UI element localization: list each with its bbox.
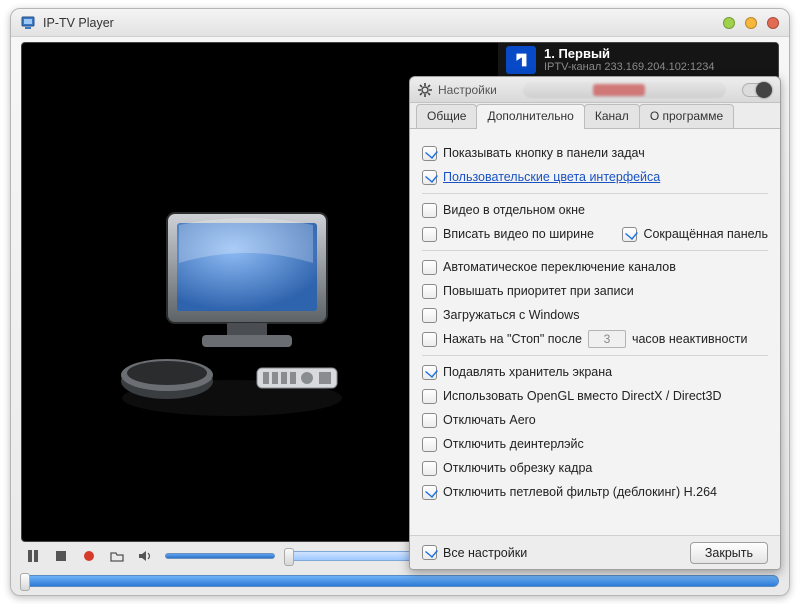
lbl-deinterlace: Отключить деинтерлэйс [443, 437, 584, 451]
tv-illustration [107, 203, 357, 423]
chk-start-windows[interactable] [422, 308, 437, 323]
window-maximize-button[interactable] [745, 17, 757, 29]
lbl-video-separate: Видео в отдельном окне [443, 203, 585, 217]
lbl-h264-loop: Отключить петлевой фильтр (деблокинг) H.… [443, 485, 717, 499]
chk-custom-colors[interactable] [422, 170, 437, 185]
tab-channel[interactable]: Канал [584, 104, 640, 128]
input-stop-hours[interactable]: 3 [588, 330, 626, 348]
settings-tabstrip: Общие Дополнительно Канал О программе [410, 103, 780, 129]
lbl-start-windows: Загружаться с Windows [443, 308, 579, 322]
lbl-show-taskbar: Показывать кнопку в панели задач [443, 146, 645, 160]
settings-footer: Все настройки Закрыть [410, 535, 780, 569]
window-minimize-button[interactable] [723, 17, 735, 29]
volume-slider[interactable] [165, 553, 275, 559]
chk-screensaver[interactable] [422, 365, 437, 380]
titlebar-blur-area [523, 82, 726, 98]
gear-icon [418, 83, 432, 97]
titlebar-toggle[interactable] [742, 83, 772, 97]
lbl-auto-switch: Автоматическое переключение каналов [443, 260, 676, 274]
record-button[interactable] [81, 548, 97, 564]
pause-button[interactable] [25, 548, 41, 564]
channel-name: 1. Первый [544, 47, 714, 61]
window-close-button[interactable] [767, 17, 779, 29]
channel-logo-icon [506, 46, 536, 74]
channel-banner: 1. Первый IPTV-канал 233.169.204.102:123… [498, 43, 778, 77]
close-button[interactable]: Закрыть [690, 542, 768, 564]
volume-icon[interactable] [137, 548, 153, 564]
lbl-custom-colors[interactable]: Пользовательские цвета интерфейса [443, 170, 660, 184]
main-window: IP-TV Player 1. Первый IPTV-канал 233.16… [10, 8, 790, 596]
app-icon [21, 15, 37, 31]
lbl-raise-priority: Повышать приоритет при записи [443, 284, 634, 298]
channel-address: IPTV-канал 233.169.204.102:1234 [544, 61, 714, 73]
settings-dialog: Настройки Общие Дополнительно Канал О пр… [409, 76, 781, 570]
chk-auto-switch[interactable] [422, 260, 437, 275]
lbl-aero: Отключать Aero [443, 413, 536, 427]
lbl-opengl: Использовать OpenGL вместо DirectX / Dir… [443, 389, 722, 403]
tab-advanced[interactable]: Дополнительно [476, 104, 584, 129]
settings-titlebar: Настройки [410, 77, 780, 103]
chk-opengl[interactable] [422, 389, 437, 404]
lbl-crop: Отключить обрезку кадра [443, 461, 592, 475]
chk-video-separate[interactable] [422, 203, 437, 218]
chk-show-taskbar[interactable] [422, 146, 437, 161]
open-button[interactable] [109, 548, 125, 564]
lbl-stop-after: часов неактивности [632, 332, 748, 346]
lbl-stop-before: Нажать на "Стоп" после [443, 332, 582, 346]
lbl-all-settings: Все настройки [443, 546, 527, 560]
chk-deinterlace[interactable] [422, 437, 437, 452]
settings-body: Показывать кнопку в панели задач Пользов… [410, 129, 780, 535]
chk-all-settings[interactable] [422, 545, 437, 560]
lbl-fit-width: Вписать видео по ширине [443, 227, 594, 241]
app-title: IP-TV Player [43, 16, 114, 30]
chk-fit-width[interactable] [422, 227, 437, 242]
titlebar: IP-TV Player [11, 9, 789, 37]
chk-aero[interactable] [422, 413, 437, 428]
chk-raise-priority[interactable] [422, 284, 437, 299]
stop-button[interactable] [53, 548, 69, 564]
settings-dialog-title: Настройки [438, 83, 497, 97]
chk-crop[interactable] [422, 461, 437, 476]
lbl-compact-panel: Сокращённая панель [643, 227, 768, 241]
progress-bar[interactable] [21, 575, 779, 587]
chk-compact-panel[interactable] [622, 227, 637, 242]
tab-general[interactable]: Общие [416, 104, 477, 128]
chk-h264-loop[interactable] [422, 485, 437, 500]
chk-stop-after[interactable] [422, 332, 437, 347]
tab-about[interactable]: О программе [639, 104, 734, 128]
lbl-screensaver: Подавлять хранитель экрана [443, 365, 612, 379]
